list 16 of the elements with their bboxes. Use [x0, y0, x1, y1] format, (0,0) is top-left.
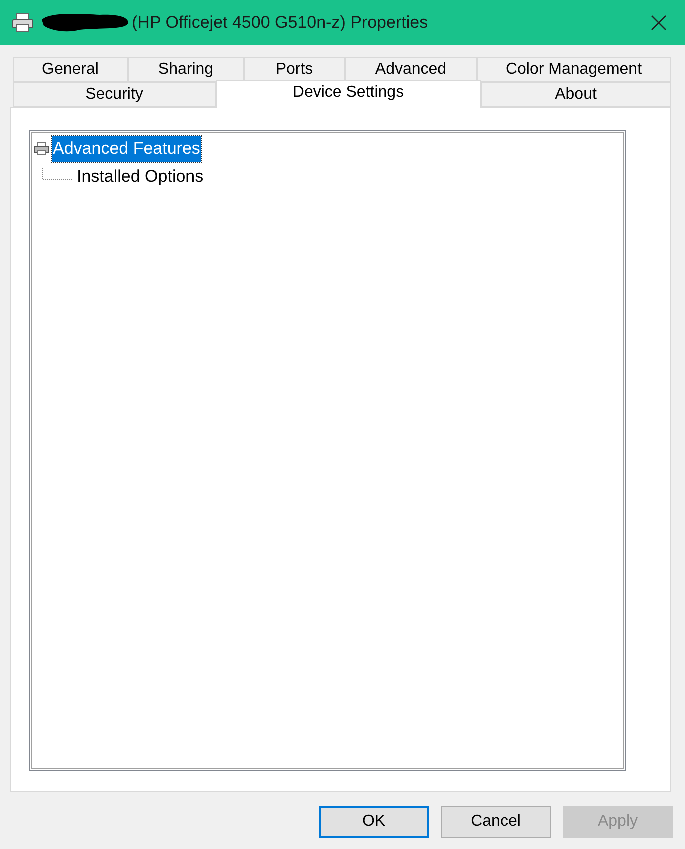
printer-icon — [34, 142, 50, 156]
tab[interactable]: Advanced — [345, 57, 477, 82]
tab[interactable]: Security — [13, 82, 216, 107]
printer-icon — [12, 12, 34, 32]
close-icon[interactable] — [651, 14, 667, 30]
tab[interactable]: Color Management — [477, 57, 671, 82]
tab[interactable]: Device Settings — [216, 80, 481, 108]
tree-item[interactable]: Installed Options — [76, 164, 205, 190]
tab[interactable]: Ports — [244, 57, 345, 82]
tree-item[interactable]: Advanced Features — [52, 136, 202, 162]
dialog-button[interactable]: Cancel — [441, 806, 551, 838]
dialog-button[interactable]: OK — [319, 806, 429, 838]
tab[interactable]: About — [481, 82, 671, 107]
tab[interactable]: Sharing — [128, 57, 244, 82]
tab[interactable]: General — [13, 57, 128, 82]
window-title: (HP Officejet 4500 G510n-z) Properties — [132, 12, 428, 34]
